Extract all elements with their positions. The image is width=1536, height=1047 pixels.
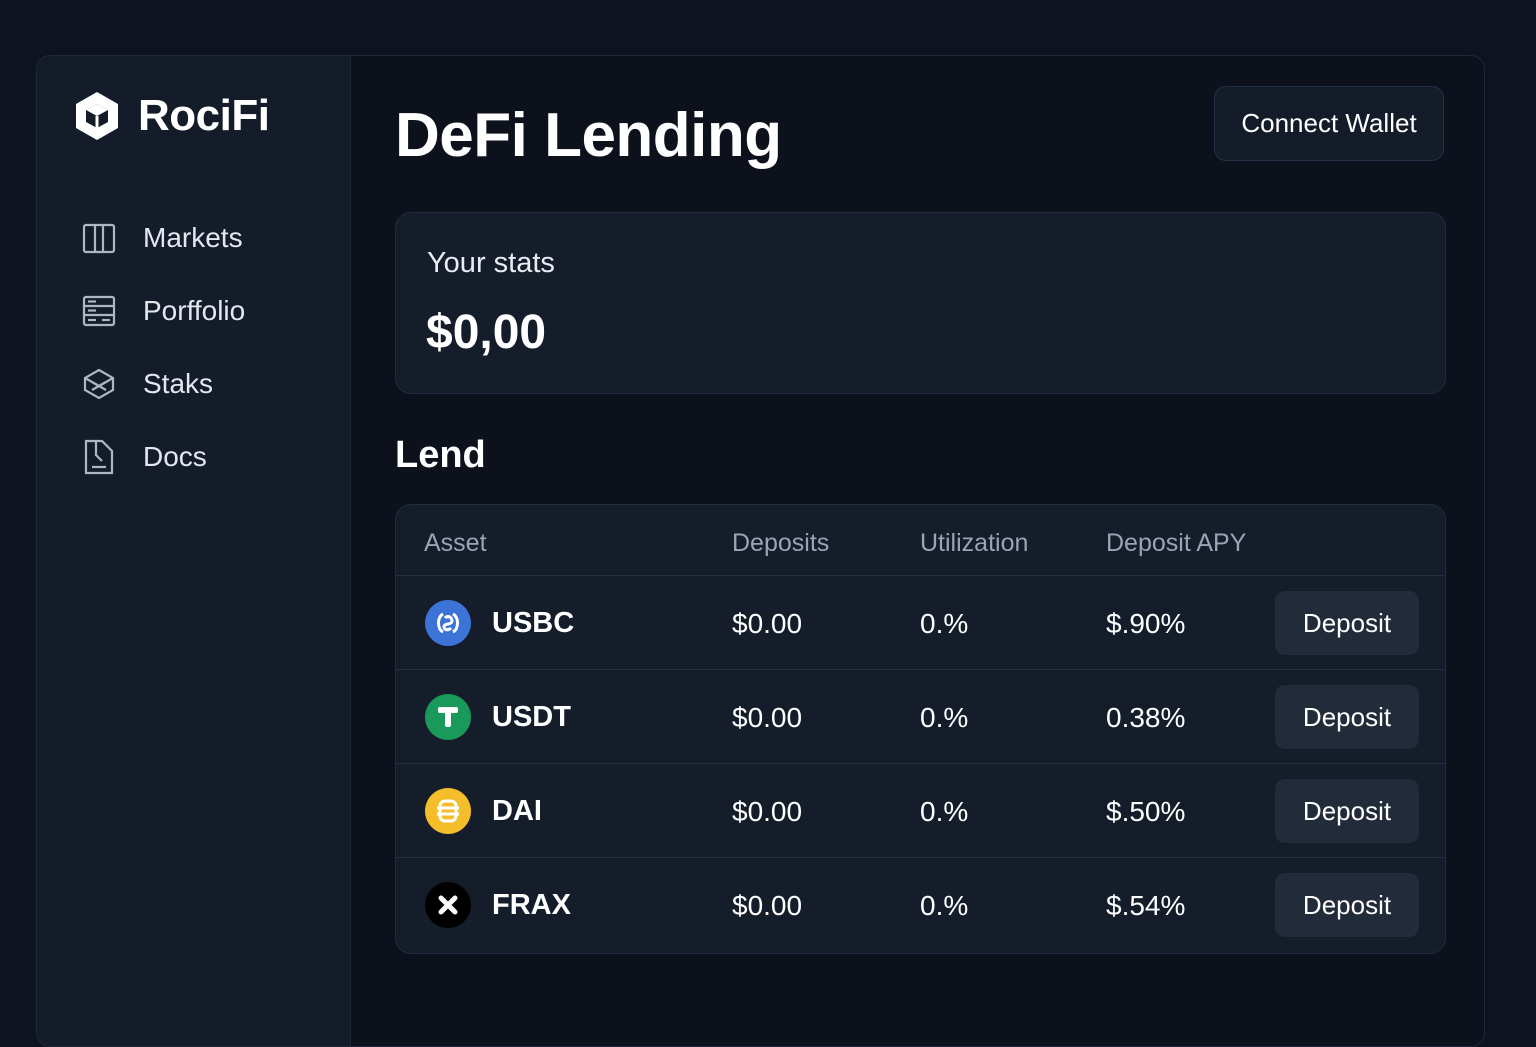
stats-card: Your stats $0,00 bbox=[395, 212, 1446, 394]
frax-coin-icon bbox=[425, 882, 471, 928]
app-window: RociFi Markets Porffolio Staks Docs DeFi… bbox=[36, 55, 1485, 1047]
column-header-deposits: Deposits bbox=[732, 529, 830, 557]
deposits-value: $0.00 bbox=[732, 796, 803, 827]
lend-table: Asset Deposits Utilization Deposit APY U… bbox=[395, 504, 1446, 954]
page-title: DeFi Lending bbox=[395, 101, 782, 170]
apy-value: $.54% bbox=[1106, 890, 1186, 921]
asset-name: USDT bbox=[492, 701, 571, 733]
main-content: DeFi Lending Connect Wallet Your stats $… bbox=[351, 56, 1484, 1046]
apy-value: $.50% bbox=[1106, 796, 1186, 827]
asset-name: USBC bbox=[492, 607, 575, 639]
stats-label: Your stats bbox=[427, 247, 555, 279]
sidebar-nav: Markets Porffolio Staks Docs bbox=[81, 201, 245, 493]
tether-coin-icon bbox=[425, 694, 471, 740]
deposit-button[interactable]: Deposit bbox=[1275, 685, 1419, 749]
sidebar-item-docs[interactable]: Docs bbox=[81, 420, 245, 493]
utilization-value: 0.% bbox=[920, 608, 969, 639]
utilization-value: 0.% bbox=[920, 890, 969, 921]
usdc-coin-icon bbox=[425, 600, 471, 646]
sidebar-item-staks[interactable]: Staks bbox=[81, 347, 245, 420]
connect-wallet-button[interactable]: Connect Wallet bbox=[1214, 86, 1444, 161]
table-row: FRAX $0.00 0.% $.54% Deposit bbox=[396, 858, 1445, 951]
sidebar-item-markets[interactable]: Markets bbox=[81, 201, 245, 274]
column-header-deposit-apy: Deposit APY bbox=[1106, 529, 1247, 557]
asset-name: FRAX bbox=[492, 889, 571, 921]
brand[interactable]: RociFi bbox=[74, 90, 270, 142]
table-header: Asset Deposits Utilization Deposit APY bbox=[396, 505, 1445, 576]
column-header-asset: Asset bbox=[424, 529, 487, 557]
utilization-value: 0.% bbox=[920, 702, 969, 733]
deposits-value: $0.00 bbox=[732, 608, 803, 639]
sidebar-item-portfolio[interactable]: Porffolio bbox=[81, 274, 245, 347]
columns-icon bbox=[81, 220, 117, 256]
stack-cube-icon bbox=[81, 366, 117, 402]
table-row: DAI $0.00 0.% $.50% Deposit bbox=[396, 764, 1445, 858]
table-row: USBC $0.00 0.% $.90% Deposit bbox=[396, 576, 1445, 670]
sidebar-item-label: Porffolio bbox=[143, 294, 246, 326]
deposits-value: $0.00 bbox=[732, 702, 803, 733]
cube-logo-icon bbox=[74, 90, 120, 142]
stats-value: $0,00 bbox=[426, 306, 547, 359]
apy-value: 0.38% bbox=[1106, 702, 1186, 733]
deposits-value: $0.00 bbox=[732, 890, 803, 921]
sidebar-item-label: Markets bbox=[143, 221, 243, 253]
sidebar-item-label: Staks bbox=[143, 367, 214, 399]
document-icon bbox=[81, 439, 117, 475]
apy-value: $.90% bbox=[1106, 608, 1186, 639]
deposit-button[interactable]: Deposit bbox=[1275, 591, 1419, 655]
sidebar-item-label: Docs bbox=[143, 440, 207, 472]
deposit-button[interactable]: Deposit bbox=[1275, 873, 1419, 937]
sidebar: RociFi Markets Porffolio Staks Docs bbox=[37, 56, 351, 1046]
column-header-utilization: Utilization bbox=[920, 529, 1029, 557]
dai-coin-icon bbox=[425, 788, 471, 834]
deposit-button[interactable]: Deposit bbox=[1275, 779, 1419, 843]
utilization-value: 0.% bbox=[920, 796, 969, 827]
table-row: USDT $0.00 0.% 0.38% Deposit bbox=[396, 670, 1445, 764]
lend-section-title: Lend bbox=[395, 434, 486, 476]
brand-name: RociFi bbox=[138, 91, 270, 140]
asset-name: DAI bbox=[492, 795, 542, 827]
server-rack-icon bbox=[81, 293, 117, 329]
